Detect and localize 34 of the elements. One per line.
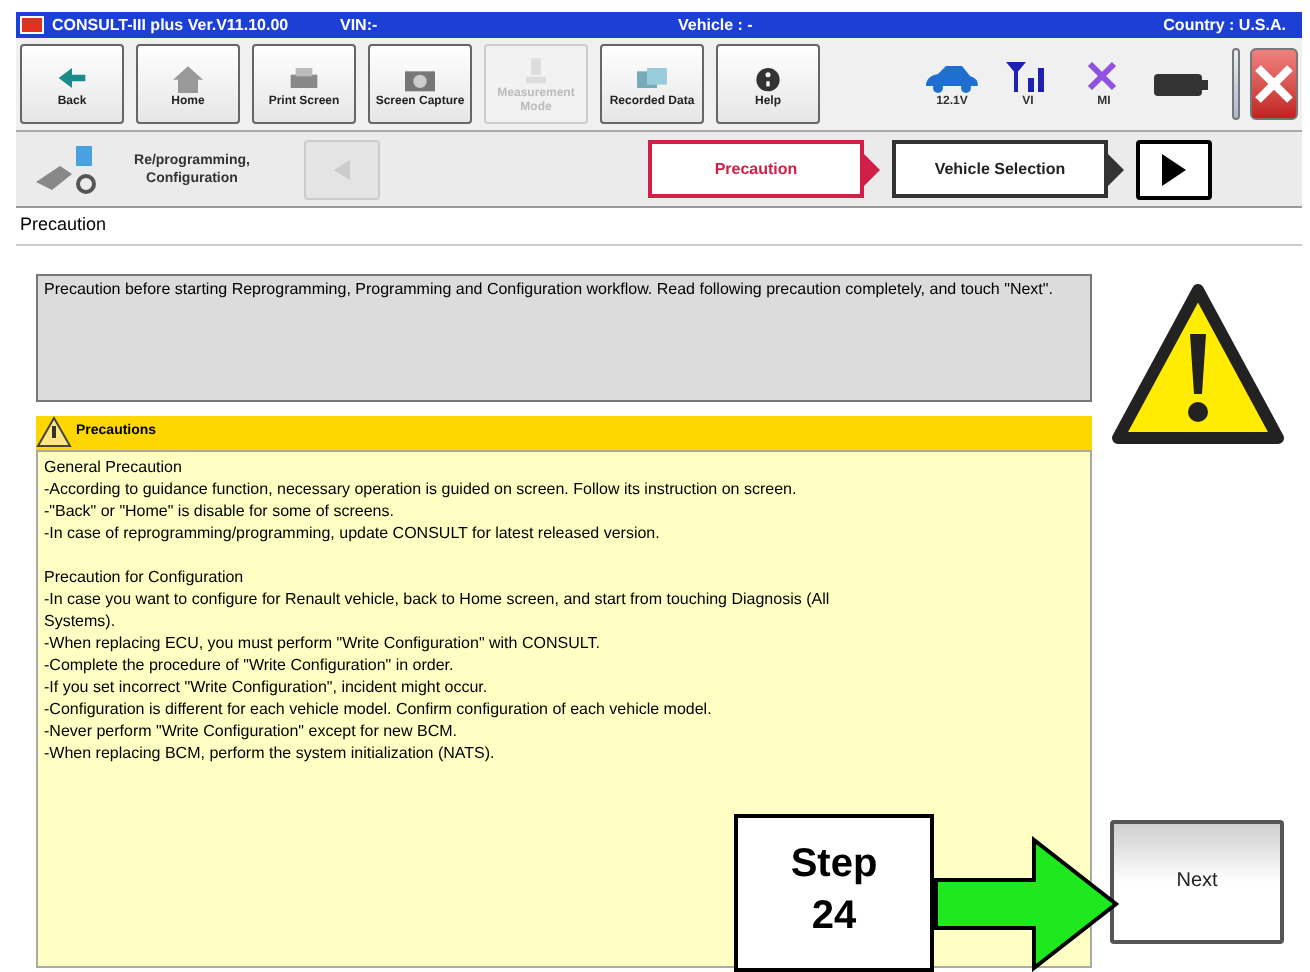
precaution-text: -In case you want to configure for Renault vehicle, back to Home screen, and start from touching Diagnosis (All Systems). (44, 587, 832, 631)
step-arrow-icon (1108, 153, 1128, 185)
step-arrow-icon (864, 153, 884, 185)
precaution-text: -If you set incorrect "Write Configuration", incident might occur. (44, 675, 490, 697)
app-title: CONSULT-III plus Ver.V11.10.00 (52, 13, 291, 37)
right-triangle-icon (1160, 151, 1188, 187)
vehicle-label: Vehicle : - (678, 13, 755, 37)
left-triangle-icon (332, 157, 352, 181)
precaution-text: -When replacing ECU, you must perform "Write Configuration" with CONSULT. (44, 631, 602, 653)
precaution-text: -"Back" or "Home" is disable for some of screens. (44, 499, 396, 521)
warning-icon (36, 416, 72, 448)
precaution-text: -Never perform "Write Configuration" except for new BCM. (44, 719, 459, 741)
step-callout: Step 24 (734, 814, 934, 972)
section-heading: General Precaution (44, 455, 184, 477)
warning-icon (1109, 281, 1285, 449)
close-icon (1252, 62, 1296, 106)
step-tab[interactable]: Vehicle Selection (892, 140, 1108, 198)
app-logo-icon (20, 16, 44, 34)
close-button[interactable] (1250, 48, 1298, 120)
forward-step-button[interactable] (1136, 139, 1212, 199)
next-button[interactable]: Next (1110, 819, 1284, 943)
vin-label: VIN:- (340, 13, 380, 37)
precaution-text: -Configuration is different for each vehicle model. Confirm configuration of each vehicle model. (44, 697, 714, 719)
precaution-text: -According to guidance function, necessary operation is guided on screen. Follow its instruction on screen. (44, 477, 799, 499)
country-label: Country : U.S.A. (1163, 13, 1286, 37)
message-box: Precaution before starting Reprogramming, Programming and Configuration workflow. Read following precaution completely, and touch "Next". (36, 273, 1092, 401)
step-tab[interactable]: Precaution (648, 140, 864, 198)
precaution-text: -In case of reprogramming/programming, update CONSULT for latest released version. (44, 521, 662, 543)
precaution-text: -When replacing BCM, perform the system initialization (NATS). (44, 741, 497, 763)
blank-button[interactable] (1232, 48, 1240, 120)
arrow-icon (934, 836, 1120, 972)
precaution-text: -Complete the procedure of "Write Configuration" in order. (44, 653, 456, 675)
section-heading: Precaution for Configuration (44, 565, 246, 587)
page-heading: Precaution (16, 208, 1302, 245)
